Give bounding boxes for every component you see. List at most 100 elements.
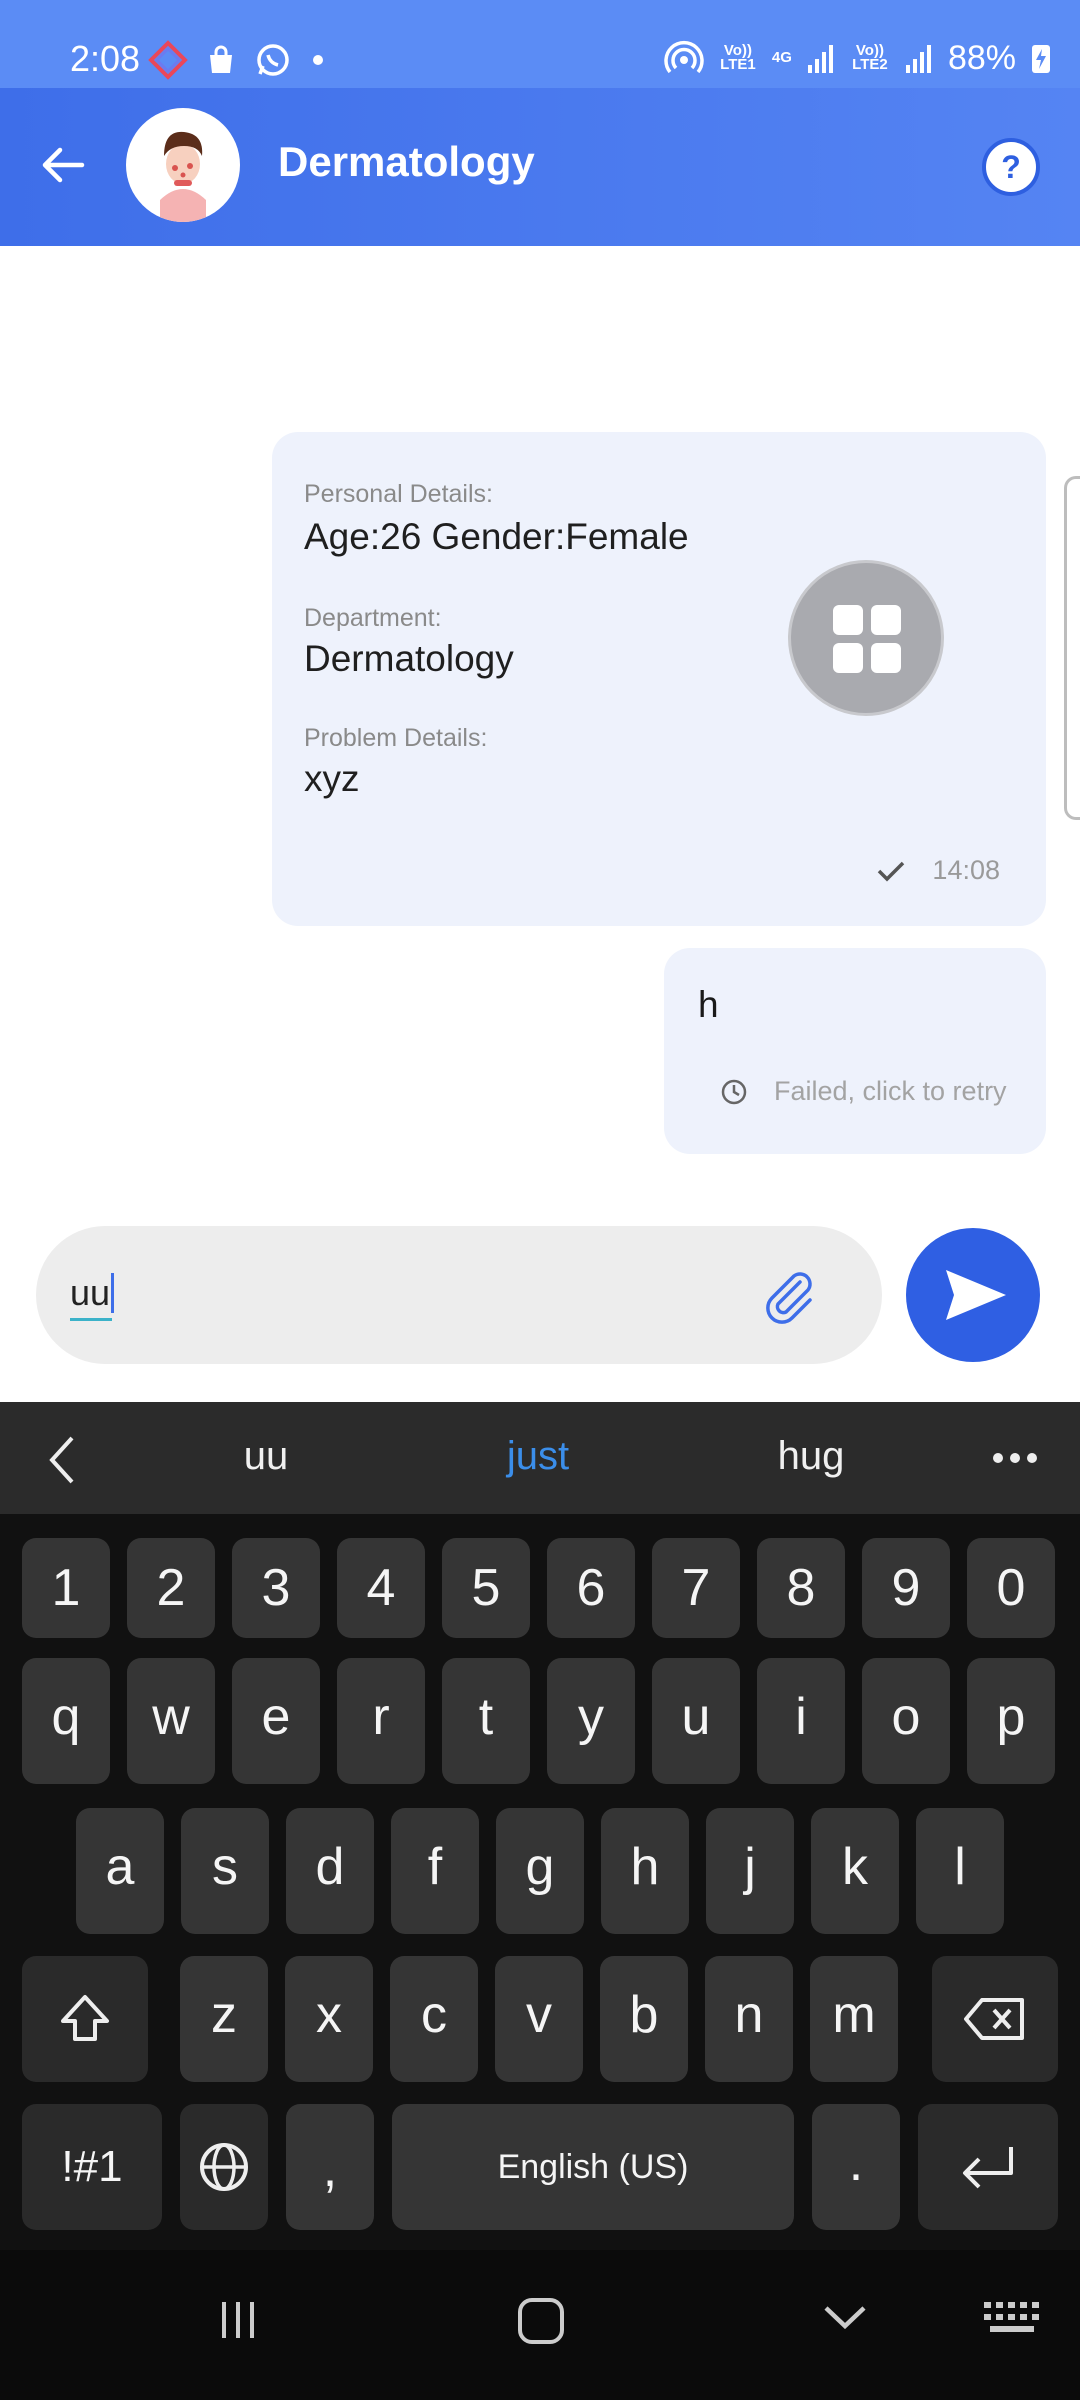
key-p[interactable]: p (967, 1658, 1055, 1784)
symbols-key[interactable]: !#1 (22, 2104, 162, 2230)
help-button[interactable]: ? (982, 138, 1040, 196)
dot-icon (313, 55, 323, 65)
battery-percent: 88% (947, 38, 1016, 77)
app-header: Dermatology ? (0, 88, 1080, 246)
key-f[interactable]: f (391, 1808, 479, 1934)
key-k[interactable]: k (811, 1808, 899, 1934)
key-g[interactable]: g (496, 1808, 584, 1934)
key-s[interactable]: s (181, 1808, 269, 1934)
attachment-icon[interactable] (760, 1266, 820, 1326)
key-3[interactable]: 3 (232, 1538, 320, 1638)
key-u[interactable]: u (652, 1658, 740, 1784)
keyboard-switch-icon[interactable] (980, 2296, 1044, 2340)
app-notification-icon (148, 40, 188, 80)
key-e[interactable]: e (232, 1658, 320, 1784)
shift-key[interactable] (22, 1956, 148, 2082)
key-a[interactable]: a (76, 1808, 164, 1934)
key-s-label: s (212, 1838, 238, 1896)
period-key[interactable]: . (812, 2104, 900, 2230)
apps-grid-button[interactable] (788, 560, 944, 716)
suggestion-bar: uu just hug (0, 1402, 1080, 1514)
suggestion-1[interactable]: uu (166, 1434, 366, 1479)
backspace-key[interactable] (932, 1956, 1058, 2082)
key-n[interactable]: n (705, 1956, 793, 2082)
language-key[interactable] (180, 2104, 268, 2230)
symbols-key-label: !#1 (61, 2142, 123, 2191)
key-t[interactable]: t (442, 1658, 530, 1784)
suggestion-3[interactable]: hug (711, 1434, 911, 1479)
avatar-illustration-icon (160, 131, 206, 222)
key-9-label: 9 (891, 1559, 921, 1617)
comma-key[interactable]: , (286, 2104, 374, 2230)
hotspot-icon (664, 41, 704, 74)
key-v[interactable]: v (495, 1956, 583, 2082)
enter-key[interactable] (918, 2104, 1058, 2230)
key-r[interactable]: r (337, 1658, 425, 1784)
system-nav-bar (0, 2250, 1080, 2400)
recent-apps-icon[interactable] (214, 2294, 264, 2344)
side-panel-handle[interactable] (1064, 476, 1080, 820)
key-h-label: h (630, 1838, 660, 1896)
patient-details-message[interactable]: Personal Details: Age:26 Gender:Female D… (272, 432, 1046, 926)
home-icon[interactable] (514, 2294, 568, 2348)
key-0[interactable]: 0 (967, 1538, 1055, 1638)
key-q[interactable]: q (22, 1658, 110, 1784)
retry-status[interactable]: Failed, click to retry (720, 1076, 1007, 1107)
key-7[interactable]: 7 (652, 1538, 740, 1638)
message-input-text[interactable]: uu (70, 1272, 114, 1314)
key-j[interactable]: j (706, 1808, 794, 1934)
comma-key-label: , (322, 2140, 338, 2198)
key-6-label: 6 (576, 1559, 606, 1617)
chevron-left-icon[interactable] (40, 1432, 84, 1488)
key-l[interactable]: l (916, 1808, 1004, 1934)
key-w-label: w (152, 1688, 190, 1746)
key-k-label: k (842, 1838, 868, 1896)
key-2-label: 2 (156, 1559, 186, 1617)
key-w[interactable]: w (127, 1658, 215, 1784)
backspace-icon (964, 1998, 1024, 2040)
key-z-label: z (211, 1986, 237, 2044)
key-4[interactable]: 4 (337, 1538, 425, 1638)
back-arrow-icon[interactable] (38, 140, 88, 190)
key-9[interactable]: 9 (862, 1538, 950, 1638)
department-label: Department: (304, 604, 442, 632)
key-c-label: c (421, 1986, 447, 2044)
key-d[interactable]: d (286, 1808, 374, 1934)
suggestion-2[interactable]: just (438, 1434, 638, 1479)
send-icon (946, 1270, 1006, 1320)
globe-icon (200, 2143, 248, 2191)
status-time: 2:08 (70, 38, 141, 79)
key-x[interactable]: x (285, 1956, 373, 2082)
key-f-label: f (427, 1838, 443, 1896)
message-input[interactable]: uu (36, 1226, 882, 1364)
key-2[interactable]: 2 (127, 1538, 215, 1638)
key-o[interactable]: o (862, 1658, 950, 1784)
key-i[interactable]: i (757, 1658, 845, 1784)
key-c[interactable]: c (390, 1956, 478, 2082)
key-h[interactable]: h (601, 1808, 689, 1934)
more-options-icon[interactable] (990, 1450, 1040, 1466)
hide-keyboard-icon[interactable] (818, 2296, 872, 2340)
key-d-label: d (315, 1838, 345, 1896)
key-5[interactable]: 5 (442, 1538, 530, 1638)
space-key[interactable]: English (US) (392, 2104, 794, 2230)
key-m[interactable]: m (810, 1956, 898, 2082)
key-b-label: b (629, 1986, 659, 2044)
key-5-label: 5 (471, 1559, 501, 1617)
chat-area[interactable]: Personal Details: Age:26 Gender:Female D… (0, 246, 1080, 1186)
key-6[interactable]: 6 (547, 1538, 635, 1638)
send-button[interactable] (906, 1228, 1040, 1362)
key-q-label: q (51, 1688, 81, 1746)
key-8[interactable]: 8 (757, 1538, 845, 1638)
keyboard: uu just hug 1 2 3 4 5 6 7 8 9 0 q w e r t y u i o p a s d f g h j k… (0, 1402, 1080, 2250)
period-key-label: . (848, 2134, 864, 2192)
key-1-label: 1 (51, 1559, 81, 1617)
key-z[interactable]: z (180, 1956, 268, 2082)
key-y[interactable]: y (547, 1658, 635, 1784)
key-b[interactable]: b (600, 1956, 688, 2082)
key-a-label: a (105, 1838, 135, 1896)
problem-details-value: xyz (304, 758, 360, 799)
key-1[interactable]: 1 (22, 1538, 110, 1638)
problem-details-label: Problem Details: (304, 724, 488, 752)
failed-message[interactable]: h Failed, click to retry (664, 948, 1046, 1154)
